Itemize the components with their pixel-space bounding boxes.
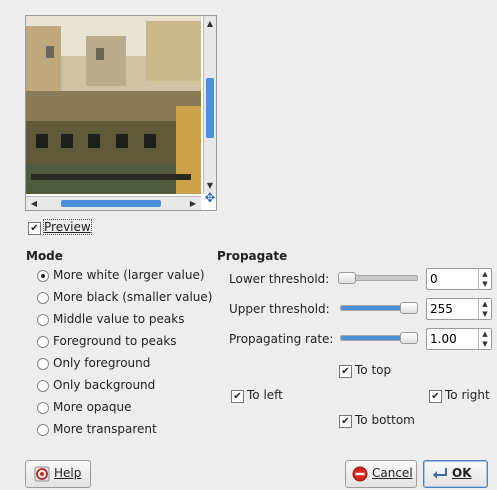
vertical-scrollbar[interactable]: ▲ ▼ <box>203 16 216 194</box>
lower-threshold-label: Lower threshold: <box>229 272 330 286</box>
spin-up-icon[interactable]: ▲ <box>479 299 491 309</box>
propagating-rate-label: Propagating rate: <box>229 332 334 346</box>
spin-up-icon[interactable]: ▲ <box>479 269 491 279</box>
ok-button-label: OK <box>452 466 472 480</box>
mode-label-only-background: Only background <box>53 378 156 392</box>
navigate-icon[interactable]: ✥ <box>203 192 217 206</box>
upper-threshold-spin-buttons[interactable]: ▲ ▼ <box>478 299 491 319</box>
mode-option-more-opaque[interactable]: More opaque <box>37 400 217 416</box>
propagating-rate-input[interactable] <box>430 331 470 346</box>
to-left-checkbox[interactable]: ✔ <box>231 390 244 403</box>
to-top-toggle[interactable]: ✔ To top <box>339 363 409 379</box>
to-top-label: To top <box>355 363 392 377</box>
preview-area[interactable]: ▲ ▼ ◀ ▶ <box>25 15 217 211</box>
horizontal-scroll-thumb[interactable] <box>61 200 161 207</box>
help-icon <box>34 466 50 482</box>
vertical-scroll-thumb[interactable] <box>206 78 214 138</box>
radio-more-black[interactable] <box>37 292 49 304</box>
mode-label-more-opaque: More opaque <box>53 400 132 414</box>
mode-option-only-background[interactable]: Only background <box>37 378 217 394</box>
radio-more-opaque[interactable] <box>37 402 49 414</box>
mode-label-more-black: More black (smaller value) <box>53 290 213 304</box>
mode-option-more-transparent[interactable]: More transparent <box>37 422 217 438</box>
radio-only-background[interactable] <box>37 380 49 392</box>
mode-option-foreground-to-peaks[interactable]: Foreground to peaks <box>37 334 217 350</box>
to-right-checkbox[interactable]: ✔ <box>429 390 442 403</box>
upper-threshold-label: Upper threshold: <box>229 302 330 316</box>
lower-threshold-spin-buttons[interactable]: ▲ ▼ <box>478 269 491 289</box>
preview-checkbox[interactable]: ✔ <box>28 222 41 235</box>
mode-option-only-foreground[interactable]: Only foreground <box>37 356 217 372</box>
lower-threshold-spin[interactable]: ▲ ▼ <box>426 268 492 290</box>
lower-threshold-slider[interactable] <box>338 270 420 286</box>
ok-button[interactable]: OK <box>423 460 488 488</box>
upper-threshold-input[interactable] <box>430 301 470 316</box>
help-button[interactable]: Help <box>25 460 91 488</box>
preview-image <box>26 16 201 194</box>
upper-threshold-slider[interactable] <box>338 300 420 316</box>
radio-middle-value[interactable] <box>37 314 49 326</box>
spin-up-icon[interactable]: ▲ <box>479 329 491 339</box>
upper-threshold-spin[interactable]: ▲ ▼ <box>426 298 492 320</box>
to-bottom-checkbox[interactable]: ✔ <box>339 415 352 428</box>
mode-option-more-white[interactable]: More white (larger value) <box>37 268 217 284</box>
horizontal-scrollbar[interactable]: ◀ ▶ <box>26 196 201 210</box>
preview-label: Preview <box>43 219 92 235</box>
lower-threshold-input[interactable] <box>430 271 470 286</box>
upper-threshold-fill <box>341 306 403 310</box>
to-right-toggle[interactable]: ✔ To right <box>429 388 495 404</box>
to-left-toggle[interactable]: ✔ To left <box>231 388 301 404</box>
radio-more-transparent[interactable] <box>37 424 49 436</box>
scroll-up-icon[interactable]: ▲ <box>204 18 216 30</box>
spin-down-icon[interactable]: ▼ <box>479 309 491 319</box>
to-right-label: To right <box>445 388 490 402</box>
cancel-button-label: Cancel <box>372 466 413 480</box>
propagating-rate-spin[interactable]: ▲ ▼ <box>426 328 492 350</box>
cancel-button[interactable]: Cancel <box>345 460 417 488</box>
mode-option-middle-value[interactable]: Middle value to peaks <box>37 312 217 328</box>
spin-down-icon[interactable]: ▼ <box>479 339 491 349</box>
propagating-rate-spin-buttons[interactable]: ▲ ▼ <box>478 329 491 349</box>
to-bottom-toggle[interactable]: ✔ To bottom <box>339 413 429 429</box>
preview-toggle[interactable]: ✔ Preview <box>28 219 108 236</box>
mode-option-more-black[interactable]: More black (smaller value) <box>37 290 217 306</box>
spin-down-icon[interactable]: ▼ <box>479 279 491 289</box>
mode-label-more-transparent: More transparent <box>53 422 157 436</box>
scroll-right-icon[interactable]: ▶ <box>187 197 199 210</box>
propagating-rate-slider[interactable] <box>338 330 420 346</box>
mode-label-foreground-to-peaks: Foreground to peaks <box>53 334 177 348</box>
to-top-checkbox[interactable]: ✔ <box>339 365 352 378</box>
return-arrow-icon <box>433 468 447 479</box>
lower-threshold-handle[interactable] <box>338 272 356 284</box>
upper-threshold-handle[interactable] <box>400 302 418 314</box>
mode-label-only-foreground: Only foreground <box>53 356 151 370</box>
mode-title: Mode <box>26 249 63 263</box>
to-left-label: To left <box>247 388 283 402</box>
help-button-label: Help <box>54 466 82 480</box>
radio-only-foreground[interactable] <box>37 358 49 370</box>
cancel-icon <box>352 466 368 482</box>
mode-label-middle-value: Middle value to peaks <box>53 312 185 326</box>
propagate-title: Propagate <box>217 249 288 263</box>
radio-foreground-to-peaks[interactable] <box>37 336 49 348</box>
radio-more-white[interactable] <box>37 270 49 282</box>
propagating-rate-fill <box>341 336 403 340</box>
mode-label-more-white: More white (larger value) <box>53 268 205 282</box>
scroll-left-icon[interactable]: ◀ <box>28 197 40 210</box>
propagating-rate-handle[interactable] <box>400 332 418 344</box>
to-bottom-label: To bottom <box>355 413 415 427</box>
